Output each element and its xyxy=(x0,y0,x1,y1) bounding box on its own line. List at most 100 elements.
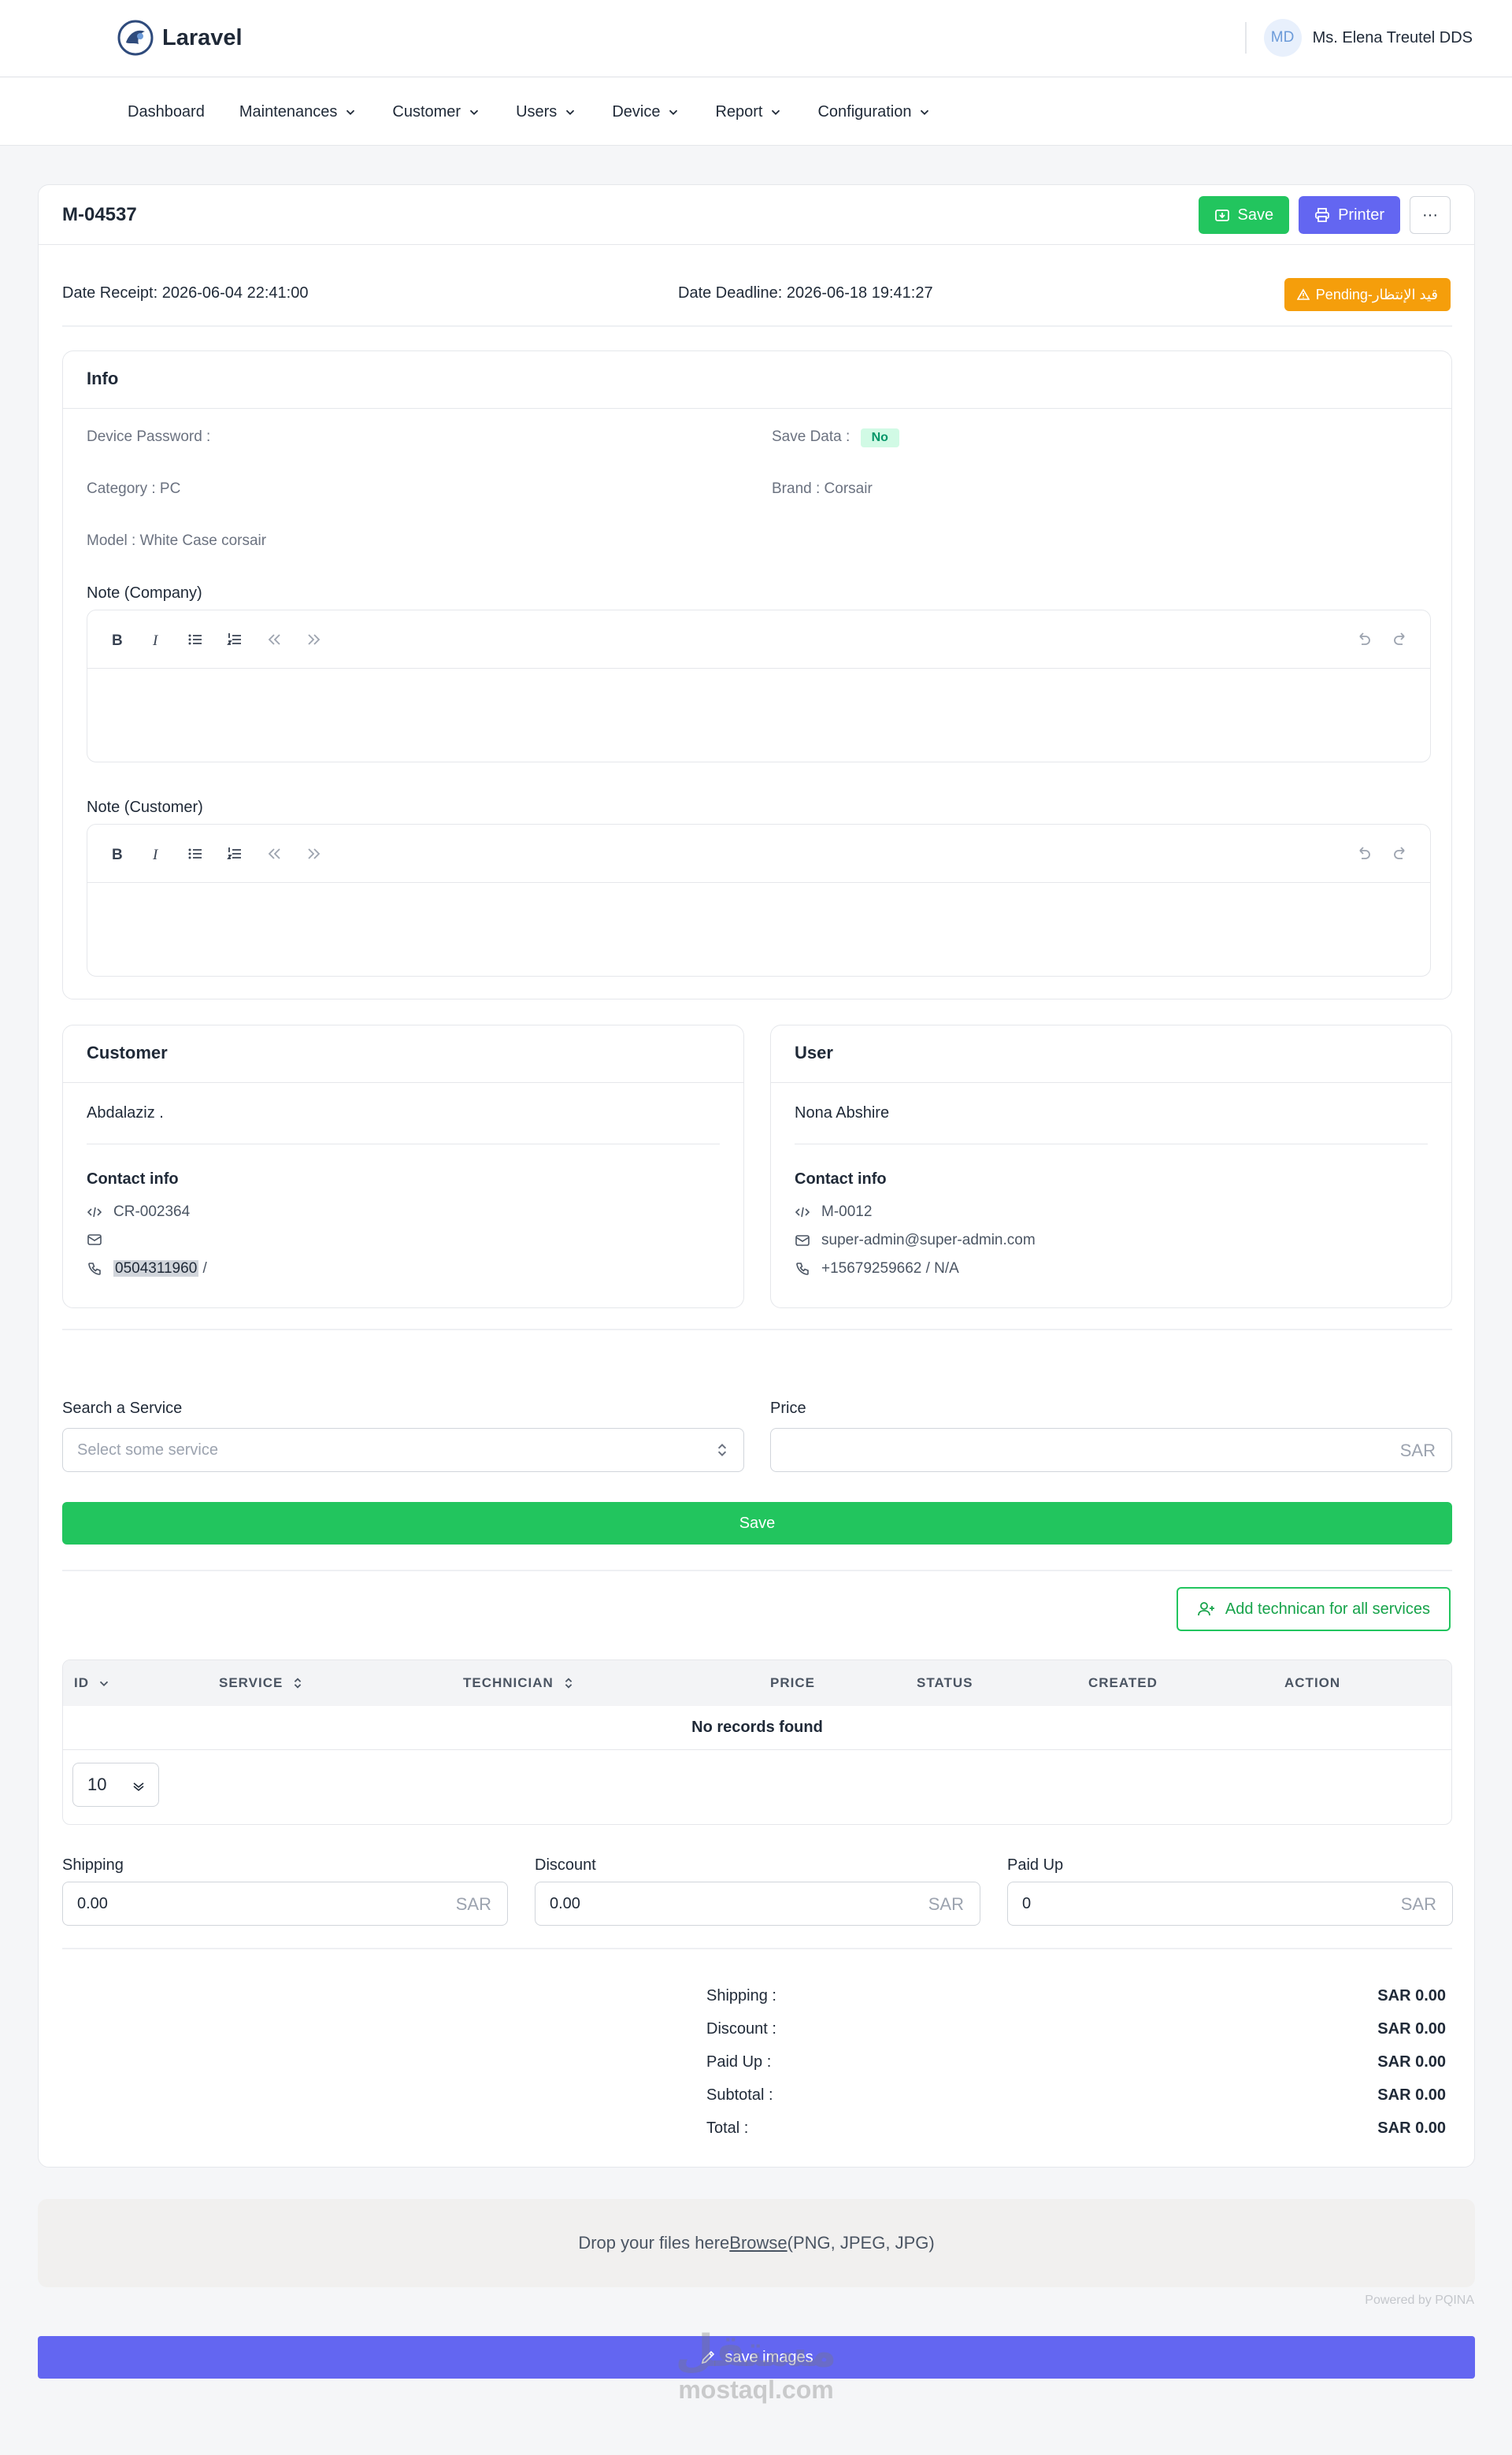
svg-text:B: B xyxy=(112,632,123,649)
chevron-down-icon xyxy=(566,109,575,115)
nav-customer[interactable]: Customer xyxy=(375,103,498,121)
nav-configuration[interactable]: Configuration xyxy=(800,103,949,121)
bullet-list-icon[interactable] xyxy=(185,844,206,864)
user-name: Ms. Elena Treutel DDS xyxy=(1312,28,1473,46)
user-menu[interactable]: MD Ms. Elena Treutel DDS xyxy=(1244,19,1473,57)
per-page-select[interactable]: 10 xyxy=(72,1763,159,1807)
divider xyxy=(62,325,1452,327)
info-panel: Info Device Password : Save Data : No Ca… xyxy=(62,350,1452,999)
nav-dashboard[interactable]: Dashboard xyxy=(110,103,222,121)
summary-discount-value: SAR 0.00 xyxy=(1377,2020,1446,2038)
service-select[interactable]: Select some service xyxy=(62,1428,744,1472)
brand-logo[interactable]: Laravel xyxy=(117,19,243,57)
divider xyxy=(63,1082,743,1083)
browse-link[interactable]: Browse xyxy=(729,2233,787,2253)
category: Category : PC xyxy=(87,480,181,497)
chevron-down-icon xyxy=(772,109,780,115)
header-actions: Save Printer ··· xyxy=(1198,196,1451,234)
model: Model : White Case corsair xyxy=(87,532,267,549)
customer-phone[interactable]: 0504311960 xyxy=(113,1260,199,1277)
contact-info-title: Contact info xyxy=(87,1170,179,1188)
user-phone[interactable]: +15679259662 / N/A xyxy=(821,1260,959,1278)
info-title: Info xyxy=(87,369,119,388)
note-customer-label: Note (Customer) xyxy=(87,799,203,816)
date-deadline: Date Deadline: 2026-06-18 19:41:27 xyxy=(678,284,933,302)
shipping-input[interactable]: 0.00 SAR xyxy=(62,1882,508,1926)
column-service[interactable]: SERVICE xyxy=(219,1675,305,1691)
service-placeholder: Select some service xyxy=(77,1441,218,1459)
bullet-list-icon[interactable] xyxy=(185,629,206,650)
add-technician-button[interactable]: Add technican for all services xyxy=(1176,1587,1451,1631)
column-label: ID xyxy=(74,1675,89,1690)
discount-label: Discount xyxy=(535,1856,596,1874)
undo-icon[interactable] xyxy=(1353,844,1373,864)
redo-icon[interactable] xyxy=(1391,629,1411,650)
summary-shipping-label: Shipping : xyxy=(706,1987,776,2004)
mail-icon xyxy=(87,1234,102,1245)
nav-label: Device xyxy=(612,102,661,121)
divider xyxy=(771,1082,1451,1083)
note-company-editor[interactable]: B I xyxy=(87,610,1431,762)
note-customer-editor[interactable]: B I xyxy=(87,824,1431,977)
outdent-icon[interactable] xyxy=(264,629,284,650)
outdent-icon[interactable] xyxy=(264,844,284,864)
nav-maintenances[interactable]: Maintenances xyxy=(222,103,376,121)
paid-up-input[interactable]: 0 SAR xyxy=(1007,1882,1453,1926)
more-icon: ··· xyxy=(1422,206,1438,224)
divider xyxy=(62,1948,1452,1949)
redo-icon[interactable] xyxy=(1391,844,1411,864)
sort-icon xyxy=(565,1678,573,1689)
date-receipt: Date Receipt: 2026-06-04 22:41:00 xyxy=(62,284,309,302)
more-actions-button[interactable]: ··· xyxy=(1410,196,1451,234)
nav-device[interactable]: Device xyxy=(595,103,698,121)
svg-text:I: I xyxy=(152,632,159,649)
user-title: User xyxy=(795,1043,833,1062)
chevron-down-icon xyxy=(99,1681,109,1686)
currency-suffix: SAR xyxy=(455,1894,491,1914)
file-types: (PNG, JPEG, JPG) xyxy=(787,2233,935,2253)
column-label: CREATED xyxy=(1088,1675,1158,1690)
undo-icon[interactable] xyxy=(1353,629,1373,650)
printer-label: Printer xyxy=(1338,206,1384,224)
warning-icon xyxy=(1296,288,1310,300)
maintenance-card: M-04537 Save Printer ··· Date Receipt: 2… xyxy=(38,184,1475,2168)
discount-input[interactable]: 0.00 SAR xyxy=(535,1882,980,1926)
divider xyxy=(1244,22,1247,54)
nav-report[interactable]: Report xyxy=(698,103,800,121)
save-icon xyxy=(1214,210,1229,221)
phone-suffix: / xyxy=(198,1260,207,1277)
summary-paid-up-label: Paid Up : xyxy=(706,2053,772,2071)
numbered-list-icon[interactable] xyxy=(224,629,245,650)
nav-label: Customer xyxy=(392,102,461,121)
customer-title: Customer xyxy=(87,1043,168,1062)
printer-button[interactable]: Printer xyxy=(1299,196,1400,234)
column-status: STATUS xyxy=(917,1675,973,1691)
svg-text:I: I xyxy=(152,847,159,863)
divider xyxy=(63,408,1451,409)
bold-icon[interactable]: B xyxy=(106,629,127,650)
indent-icon[interactable] xyxy=(303,629,324,650)
numbered-list-icon[interactable] xyxy=(224,844,245,864)
italic-icon[interactable]: I xyxy=(146,844,166,864)
user-name: Nona Abshire xyxy=(795,1104,890,1122)
editor-toolbar: B I xyxy=(87,825,1430,883)
indent-icon[interactable] xyxy=(303,844,324,864)
price-input[interactable]: SAR xyxy=(770,1428,1452,1472)
customer-code: CR-002364 xyxy=(113,1203,191,1220)
column-id[interactable]: ID xyxy=(74,1675,111,1691)
nav-users[interactable]: Users xyxy=(498,103,595,121)
bold-icon[interactable]: B xyxy=(106,844,127,864)
user-email[interactable]: super-admin@super-admin.com xyxy=(821,1232,1036,1249)
nav-label: Configuration xyxy=(817,102,912,121)
save-button[interactable]: Save xyxy=(1198,196,1290,234)
price-label: Price xyxy=(770,1400,806,1417)
device-password: Device Password : xyxy=(87,428,211,445)
save-service-button[interactable]: Save xyxy=(62,1502,1452,1545)
top-bar: Laravel MD Ms. Elena Treutel DDS xyxy=(0,0,1512,77)
file-dropzone[interactable]: Drop your files here Browse (PNG, JPEG, … xyxy=(38,2199,1475,2287)
powered-by-link[interactable]: Powered by PQINA xyxy=(1365,2294,1474,2308)
save-data-badge: No xyxy=(860,428,899,447)
svg-text:B: B xyxy=(112,847,123,863)
column-technician[interactable]: TECHNICIAN xyxy=(463,1675,576,1691)
italic-icon[interactable]: I xyxy=(146,629,166,650)
